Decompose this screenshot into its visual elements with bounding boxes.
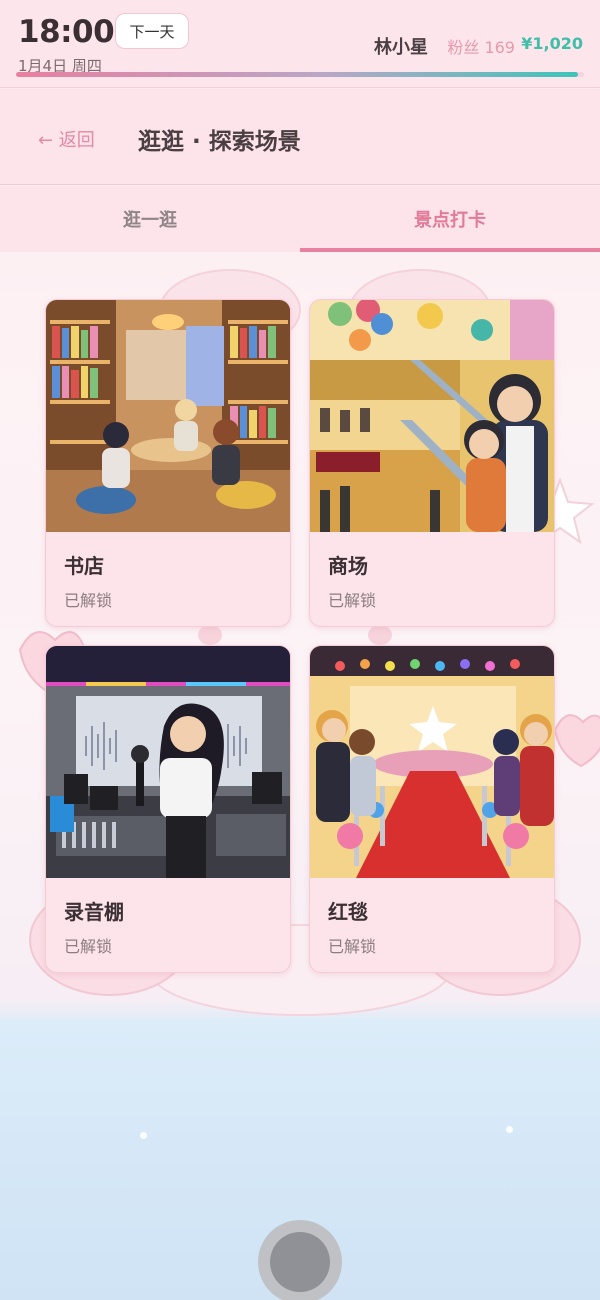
day-progress-bar bbox=[16, 72, 584, 77]
tab-browse[interactable]: 逛一逛 bbox=[0, 186, 300, 252]
scene-name: 商场 bbox=[328, 554, 368, 578]
scene-name: 录音棚 bbox=[64, 900, 124, 924]
floating-home-button[interactable] bbox=[258, 1220, 342, 1300]
red-carpet-illustration bbox=[310, 646, 554, 878]
active-tab-indicator bbox=[300, 248, 600, 252]
day-progress-fill bbox=[16, 72, 579, 77]
scene-status: 已解锁 bbox=[328, 591, 377, 610]
mall-illustration bbox=[310, 300, 554, 532]
scene-card-mall[interactable]: 商场 已解锁 bbox=[309, 299, 555, 627]
scene-name: 红毯 bbox=[328, 900, 368, 924]
scene-card-recording-studio[interactable]: 录音棚 已解锁 bbox=[45, 645, 291, 973]
sparkle-decoration bbox=[140, 1132, 147, 1139]
sparkle-decoration bbox=[506, 1126, 513, 1133]
home-button-inner bbox=[270, 1232, 330, 1292]
back-button[interactable]: ← 返回 bbox=[38, 126, 95, 152]
scene-status: 已解锁 bbox=[64, 591, 113, 610]
status-bar: 18:00 下一天 1月4日 周四 林小星 粉丝 169 ¥1,020 bbox=[0, 0, 600, 88]
money-balance: ¥1,020 bbox=[521, 34, 583, 53]
tab-checkin-spots[interactable]: 景点打卡 bbox=[300, 186, 600, 252]
tab-bar: 逛一逛 景点打卡 bbox=[0, 186, 600, 252]
player-name: 林小星 bbox=[374, 37, 428, 58]
bookstore-illustration bbox=[46, 300, 290, 532]
scene-name: 书店 bbox=[64, 554, 104, 578]
scene-status: 已解锁 bbox=[328, 937, 377, 956]
scene-card-bookstore[interactable]: 书店 已解锁 bbox=[45, 299, 291, 627]
recording-studio-illustration bbox=[46, 646, 290, 878]
page-title: 逛逛 · 探索场景 bbox=[138, 129, 301, 155]
scene-status: 已解锁 bbox=[64, 937, 113, 956]
game-time: 18:00 bbox=[18, 14, 115, 50]
page-header: ← 返回 逛逛 · 探索场景 bbox=[0, 89, 600, 185]
scene-card-red-carpet[interactable]: 红毯 已解锁 bbox=[309, 645, 555, 973]
fans-count: 粉丝 169 bbox=[447, 38, 515, 57]
next-day-button[interactable]: 下一天 bbox=[115, 13, 189, 49]
